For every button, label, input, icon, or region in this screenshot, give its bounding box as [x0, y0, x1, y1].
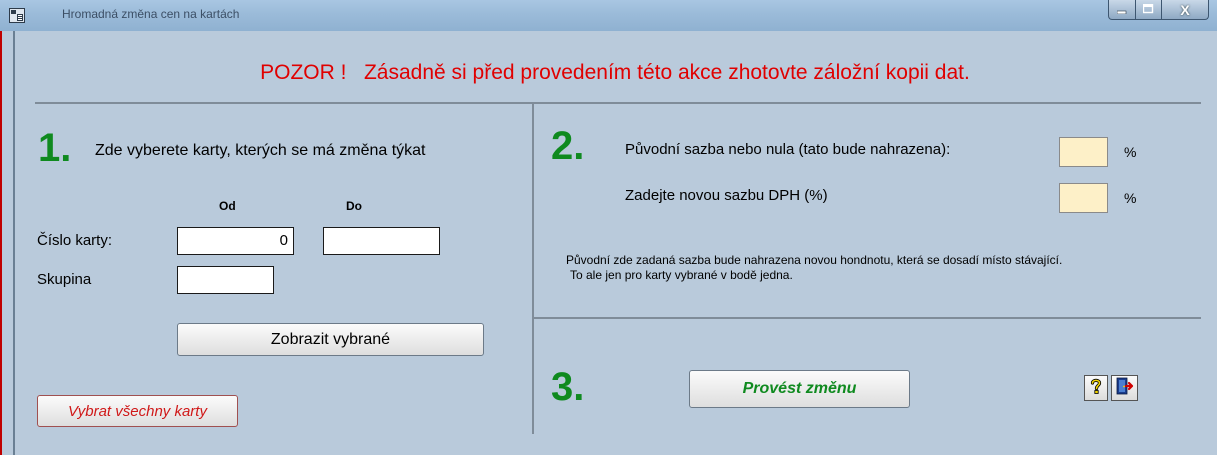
rate-note-line-2: To ale jen pro karty vybrané v bodě jedn…: [570, 268, 793, 282]
new-rate-percent: %: [1124, 190, 1137, 206]
step-2-number: 2.: [551, 124, 585, 168]
help-icon: [1090, 378, 1102, 399]
col-to-label: Do: [346, 199, 362, 213]
window-title: Hromadná změna cen na kartách: [62, 7, 240, 21]
original-rate-label: Původní sazba nebo nula (tato bude nahra…: [625, 141, 951, 158]
step-1-heading: Zde vyberete karty, kterých se má změna …: [95, 142, 426, 159]
maximize-icon: [1142, 1, 1154, 19]
show-selected-button[interactable]: Zobrazit vybrané: [177, 323, 484, 356]
close-button[interactable]: X: [1162, 0, 1209, 20]
vertical-divider: [532, 104, 534, 434]
top-divider: [35, 102, 1201, 104]
minimize-icon: [1116, 1, 1127, 19]
rate-note-line-1: Původní zde zadaná sazba bude nahrazena …: [566, 253, 1063, 267]
execute-change-button[interactable]: Provést změnu: [689, 370, 910, 408]
exit-button[interactable]: [1111, 375, 1138, 401]
warning-message: POZOR ! Zásadně si před provedením této …: [260, 61, 970, 84]
card-from-input[interactable]: 0: [177, 227, 294, 255]
select-all-cards-button[interactable]: Vybrat všechny karty: [37, 395, 238, 427]
right-divider: [534, 317, 1201, 319]
window-controls: X: [1108, 0, 1209, 21]
title-bar[interactable]: Hromadná změna cen na kartách X: [0, 0, 1217, 31]
help-button[interactable]: [1084, 375, 1108, 401]
exit-door-icon: [1116, 377, 1134, 400]
group-label: Skupina: [37, 271, 92, 288]
minimize-button[interactable]: [1108, 0, 1136, 20]
card-number-label: Číslo karty:: [37, 232, 113, 249]
maximize-button[interactable]: [1136, 0, 1162, 20]
select-all-cards-label: Vybrat všechny karty: [68, 402, 207, 420]
dialog-content: POZOR ! Zásadně si před provedením této …: [13, 31, 1215, 455]
col-from-label: Od: [219, 199, 236, 213]
new-rate-label: Zadejte novou sazbu DPH (%): [625, 187, 828, 204]
new-rate-input[interactable]: [1059, 183, 1108, 213]
window-border-left: [0, 31, 2, 455]
close-icon: X: [1180, 1, 1190, 18]
show-selected-label: Zobrazit vybrané: [270, 330, 391, 348]
card-to-input[interactable]: [323, 227, 440, 255]
group-input[interactable]: [177, 266, 274, 294]
app-icon: [9, 8, 25, 23]
original-rate-input[interactable]: [1059, 137, 1108, 167]
execute-change-label: Provést změnu: [742, 380, 857, 397]
app-window: Hromadná změna cen na kartách X POZOR ! …: [0, 0, 1217, 455]
step-1-number: 1.: [38, 126, 72, 170]
original-rate-percent: %: [1124, 144, 1137, 160]
step-3-number: 3.: [551, 365, 585, 409]
